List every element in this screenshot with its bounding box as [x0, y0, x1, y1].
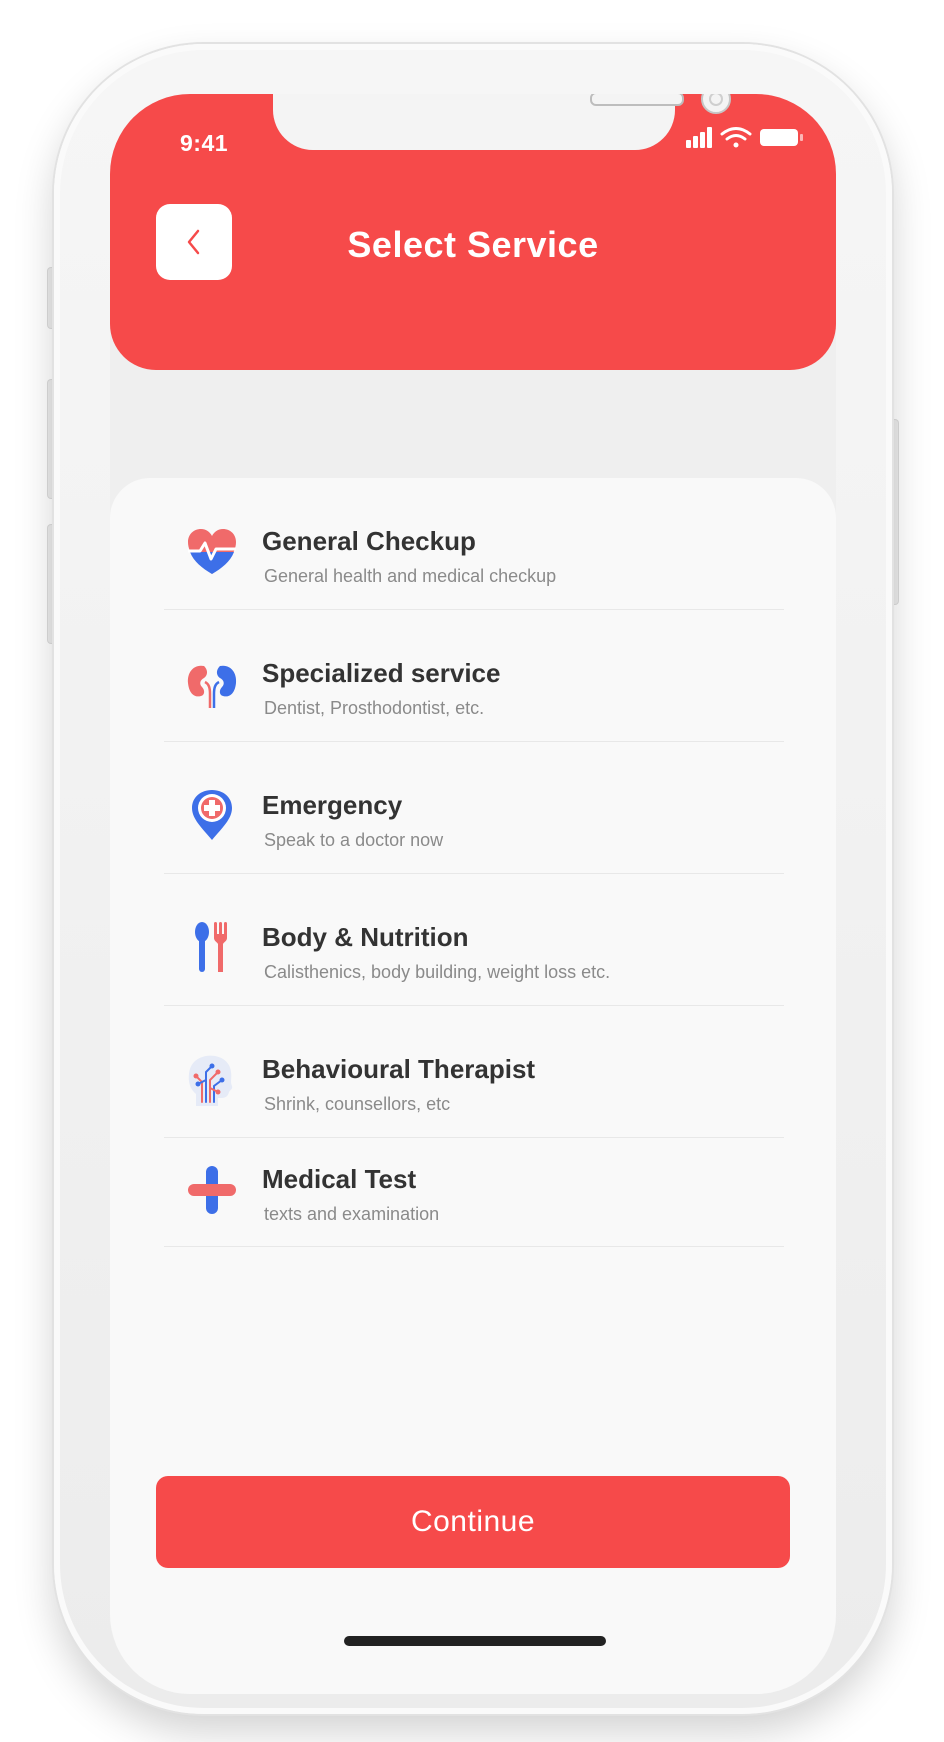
signal-bars-icon: [686, 127, 712, 148]
service-name: Medical Test: [262, 1164, 417, 1194]
service-description: texts and examination: [264, 1204, 440, 1224]
list-item-general-checkup[interactable]: General Checkup General health and medic…: [164, 478, 784, 610]
emergency-pin-icon: [192, 790, 232, 840]
home-indicator: [344, 1636, 606, 1646]
speaker-grill: [590, 94, 684, 106]
service-name: Emergency: [262, 790, 403, 820]
spoon-fork-icon: [195, 922, 227, 972]
kidneys-icon: [187, 665, 237, 708]
service-description: General health and medical checkup: [264, 566, 557, 586]
list-item-behavioural-therapist[interactable]: Behavioural Therapist Shrink, counsellor…: [164, 1006, 784, 1138]
service-name: General Checkup: [262, 526, 476, 556]
list-item-specialized-service[interactable]: Specialized service Dentist, Prosthodont…: [164, 610, 784, 742]
service-description: Speak to a doctor now: [264, 830, 444, 850]
battery-icon: [760, 129, 803, 146]
status-time: 9:41: [180, 130, 229, 156]
list-item-emergency[interactable]: Emergency Speak to a doctor now: [164, 742, 784, 874]
status-icons: [686, 127, 803, 148]
service-list: General Checkup General health and medic…: [164, 478, 784, 1247]
medical-cross-icon: [188, 1166, 236, 1214]
wifi-icon: [720, 127, 752, 148]
page-title: Select Service: [347, 224, 599, 265]
list-item-body-nutrition[interactable]: Body & Nutrition Calisthenics, body buil…: [164, 874, 784, 1006]
service-name: Specialized service: [262, 658, 501, 688]
service-name: Body & Nutrition: [262, 922, 469, 952]
heart-pulse-icon: [188, 529, 236, 574]
continue-button[interactable]: Continue: [156, 1476, 790, 1568]
service-description: Shrink, counsellors, etc: [264, 1094, 451, 1114]
list-item-medical-test[interactable]: Medical Test texts and examination: [164, 1138, 784, 1247]
brain-circuit-icon: [188, 1055, 233, 1106]
service-description: Dentist, Prosthodontist, etc.: [264, 698, 485, 718]
service-description: Calisthenics, body building, weight loss…: [264, 962, 611, 982]
notch: [273, 94, 731, 150]
service-name: Behavioural Therapist: [262, 1054, 536, 1084]
app-screen: 9:41 Select Service General Checkup Gene…: [110, 94, 836, 1694]
